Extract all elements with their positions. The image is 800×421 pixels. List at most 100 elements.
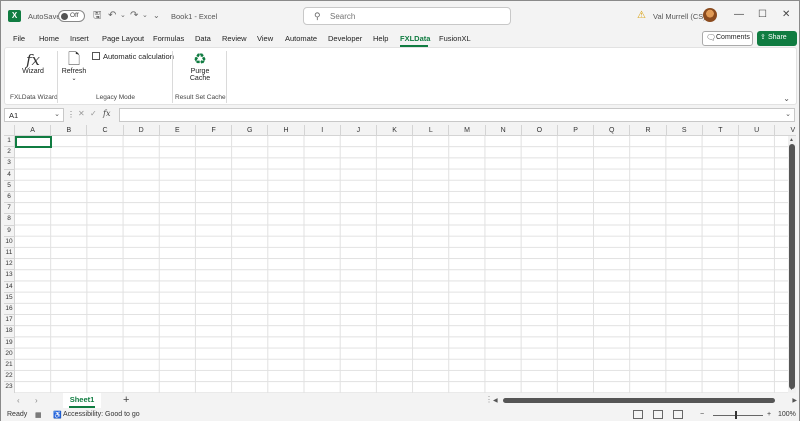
column-header[interactable]: U	[739, 125, 776, 136]
column-header[interactable]: V	[775, 125, 796, 136]
column-header[interactable]: K	[377, 125, 414, 136]
tab-review[interactable]: Review	[222, 34, 247, 43]
tab-fusionxl[interactable]: FusionXL	[439, 34, 471, 43]
row-header[interactable]: 15	[4, 292, 15, 304]
autosave-toggle[interactable]: Off	[58, 10, 85, 22]
avatar[interactable]	[703, 8, 717, 22]
vertical-scrollbar[interactable]: ▲ ▼	[788, 136, 796, 393]
name-box[interactable]: A1 ⌄	[4, 108, 64, 122]
tab-view[interactable]: View	[257, 34, 273, 43]
zoom-level[interactable]: 100%	[778, 411, 796, 418]
tab-help[interactable]: Help	[373, 34, 388, 43]
row-header[interactable]: 23	[4, 382, 15, 393]
page-layout-view-icon[interactable]	[653, 410, 663, 419]
zoom-slider[interactable]	[713, 415, 763, 416]
column-header[interactable]: D	[123, 125, 160, 136]
tab-formulas[interactable]: Formulas	[153, 34, 184, 43]
scroll-up-icon[interactable]: ▲	[789, 137, 794, 143]
column-header[interactable]: J	[340, 125, 377, 136]
enter-icon[interactable]: ✓	[90, 109, 97, 118]
active-cell[interactable]	[15, 136, 52, 148]
vertical-scroll-thumb[interactable]	[789, 144, 795, 389]
save-icon[interactable]: 🖫	[93, 10, 102, 22]
zoom-out-button[interactable]: −	[700, 411, 704, 418]
next-sheet-icon[interactable]: ›	[35, 396, 38, 405]
row-header[interactable]: 1	[4, 136, 15, 148]
row-header[interactable]: 12	[4, 259, 15, 271]
column-header[interactable]: S	[666, 125, 703, 136]
column-header[interactable]: A	[15, 125, 52, 136]
close-button[interactable]: ✕	[782, 9, 790, 20]
user-name[interactable]: Val Murrell (CS)	[653, 12, 706, 21]
customize-toolbar-icon[interactable]: ⌄	[153, 10, 160, 22]
zoom-in-button[interactable]: +	[767, 411, 771, 418]
collapse-ribbon-icon[interactable]: ⌄	[783, 94, 790, 103]
column-header[interactable]: O	[521, 125, 558, 136]
row-header[interactable]: 4	[4, 169, 15, 181]
column-header[interactable]: G	[232, 125, 269, 136]
column-header[interactable]: E	[159, 125, 196, 136]
add-sheet-button[interactable]: +	[123, 394, 129, 406]
insert-function-icon[interactable]: fx	[103, 109, 110, 118]
row-header[interactable]: 6	[4, 192, 15, 204]
column-header[interactable]: B	[51, 125, 88, 136]
horizontal-scrollbar[interactable]: ◀ ▶	[493, 397, 797, 405]
tab-home[interactable]: Home	[39, 34, 59, 43]
warning-icon[interactable]: ⚠	[637, 10, 646, 21]
restore-button[interactable]: ☐	[758, 9, 767, 20]
row-header[interactable]: 7	[4, 203, 15, 215]
chevron-down-icon[interactable]: ⌄	[54, 110, 60, 118]
cell-area[interactable]	[15, 136, 788, 393]
column-header[interactable]: L	[413, 125, 450, 136]
redo-dropdown-icon[interactable]: ⌄	[142, 10, 148, 22]
column-header[interactable]: H	[268, 125, 305, 136]
accessibility-status[interactable]: Accessibility: Good to go	[63, 411, 140, 418]
column-header[interactable]: R	[630, 125, 667, 136]
horizontal-scroll-thumb[interactable]	[503, 398, 775, 403]
automatic-calculation-checkbox[interactable]: Automatic calculation	[92, 52, 174, 61]
row-header[interactable]: 3	[4, 158, 15, 170]
row-header[interactable]: 10	[4, 236, 15, 248]
column-header[interactable]: M	[449, 125, 486, 136]
column-header[interactable]: P	[558, 125, 595, 136]
wizard-button[interactable]: fx Wizard	[19, 52, 47, 75]
refresh-button[interactable]: 🗋 Refresh ⌄	[60, 52, 88, 83]
select-all-corner[interactable]	[4, 125, 15, 136]
row-header[interactable]: 19	[4, 337, 15, 349]
worksheet-grid[interactable]: ▲ ▼ A B C D E F G H I J K L M N O P Q R S T U V 1 2 3 4 5 6 7 8 9 10 11 1…	[4, 125, 796, 393]
tab-insert[interactable]: Insert	[70, 34, 89, 43]
checkbox-box[interactable]	[92, 52, 100, 60]
scroll-left-icon[interactable]: ◀	[493, 397, 498, 404]
tab-automate[interactable]: Automate	[285, 34, 317, 43]
row-header[interactable]: 14	[4, 281, 15, 293]
share-button[interactable]: ⇪ Share	[757, 31, 797, 46]
scroll-down-icon[interactable]: ▼	[789, 386, 794, 392]
search-input[interactable]	[330, 10, 500, 23]
row-header[interactable]: 21	[4, 360, 15, 372]
row-header[interactable]: 16	[4, 304, 15, 316]
normal-view-icon[interactable]	[633, 410, 643, 419]
prev-sheet-icon[interactable]: ‹	[17, 396, 20, 405]
row-header[interactable]: 20	[4, 348, 15, 360]
tab-data[interactable]: Data	[195, 34, 211, 43]
row-header[interactable]: 11	[4, 248, 15, 260]
column-header[interactable]: C	[87, 125, 124, 136]
undo-dropdown-icon[interactable]: ⌄	[120, 10, 126, 22]
page-break-view-icon[interactable]	[673, 410, 683, 419]
row-header[interactable]: 8	[4, 214, 15, 226]
scroll-right-icon[interactable]: ▶	[792, 397, 797, 404]
tabs-splitter-icon[interactable]: ⋮	[485, 395, 493, 404]
row-header[interactable]: 5	[4, 180, 15, 192]
column-header[interactable]: N	[485, 125, 522, 136]
search-box[interactable]: ⚲	[303, 7, 511, 25]
row-header[interactable]: 13	[4, 270, 15, 282]
redo-icon[interactable]: ↷	[130, 10, 138, 22]
formula-input[interactable]: ⌄	[119, 108, 795, 122]
macro-record-icon[interactable]: ▦	[35, 411, 42, 419]
undo-icon[interactable]: ↶	[108, 10, 116, 22]
column-header[interactable]: I	[304, 125, 341, 136]
cancel-icon[interactable]: ✕	[78, 109, 85, 118]
expand-formula-icon[interactable]: ⌄	[785, 110, 791, 118]
tab-fxldata[interactable]: FXLData	[400, 34, 430, 43]
tab-developer[interactable]: Developer	[328, 34, 362, 43]
